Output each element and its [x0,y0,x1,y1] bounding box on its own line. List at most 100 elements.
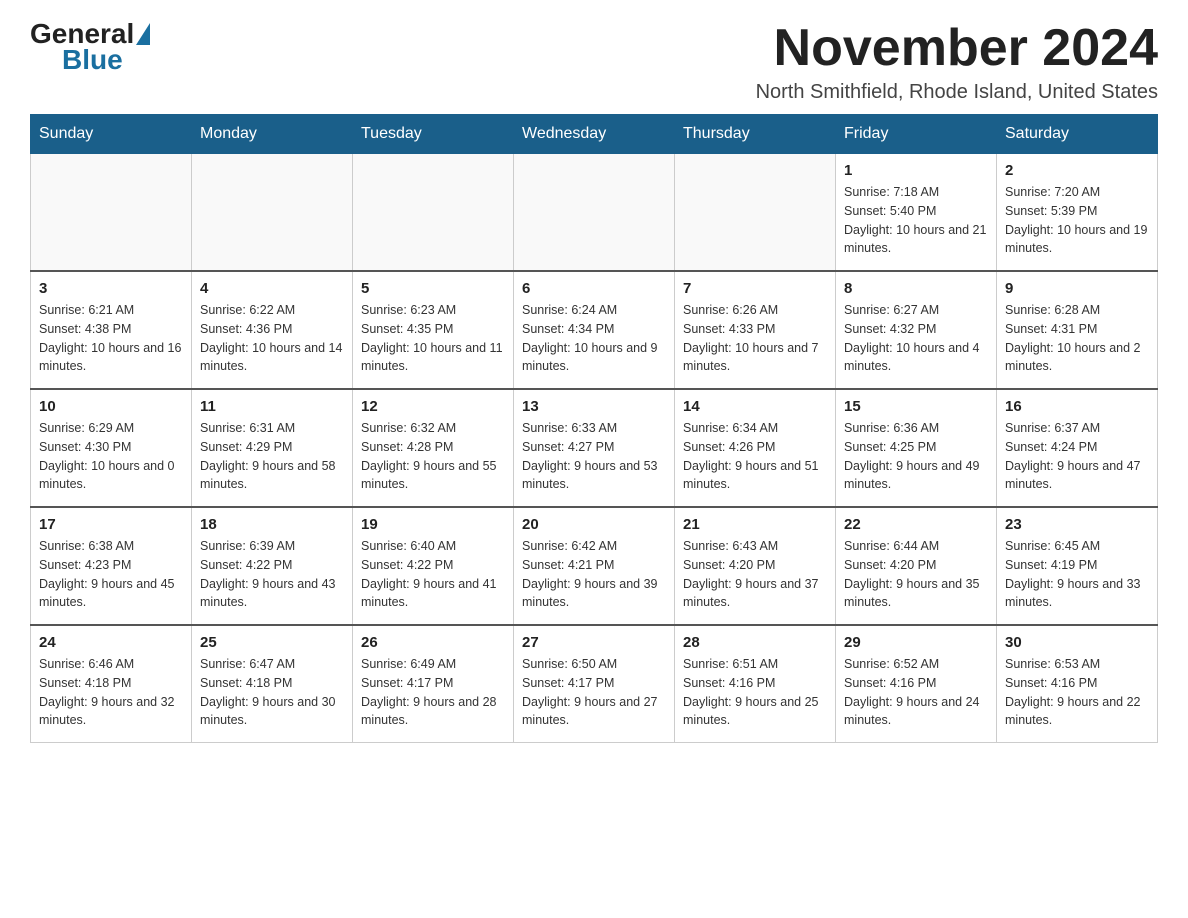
calendar-cell: 20Sunrise: 6:42 AMSunset: 4:21 PMDayligh… [514,507,675,625]
calendar-cell: 27 Sunrise: 6:50 AMSunset: 4:17 PMDayligh… [514,625,675,743]
day-number: 19 [361,516,505,533]
header-thursday: Thursday [675,115,836,154]
calendar-cell: 26Sunrise: 6:49 AMSunset: 4:17 PMDayligh… [353,625,514,743]
calendar-cell: 8 Sunrise: 6:27 AMSunset: 4:32 PMDaylight… [836,271,997,389]
logo-blue-text: Blue [62,44,123,76]
day-info: Sunrise: 6:50 AMSunset: 4:17 PMDaylight:… [522,655,666,730]
logo-triangle-icon [136,23,150,45]
day-info: Sunrise: 6:52 AMSunset: 4:16 PMDaylight:… [844,655,988,730]
day-number: 3 [39,280,183,297]
calendar-cell: 10 Sunrise: 6:29 AMSunset: 4:30 PMDayligh… [31,389,192,507]
day-number: 27 [522,634,666,651]
day-number: 30 [1005,634,1149,651]
day-number: 18 [200,516,344,533]
day-info: Sunrise: 6:47 AMSunset: 4:18 PMDaylight:… [200,655,344,730]
day-number: 4 [200,280,344,297]
calendar-week-2: 3 Sunrise: 6:21 AMSunset: 4:38 PMDaylight… [31,271,1158,389]
calendar-cell: 15 Sunrise: 6:36 AMSunset: 4:25 PMDayligh… [836,389,997,507]
calendar-cell: 22 Sunrise: 6:44 AMSunset: 4:20 PMDayligh… [836,507,997,625]
day-info: Sunrise: 6:36 AMSunset: 4:25 PMDaylight:… [844,419,988,494]
day-number: 8 [844,280,988,297]
day-info: Sunrise: 6:24 AMSunset: 4:34 PMDaylight:… [522,301,666,376]
day-info: Sunrise: 6:26 AMSunset: 4:33 PMDaylight:… [683,301,827,376]
day-number: 17 [39,516,183,533]
day-number: 13 [522,398,666,415]
day-info: Sunrise: 6:42 AMSunset: 4:21 PMDaylight:… [522,537,666,612]
calendar-cell [514,154,675,272]
header-row: SundayMondayTuesdayWednesdayThursdayFrid… [31,115,1158,154]
day-number: 22 [844,516,988,533]
day-number: 28 [683,634,827,651]
calendar-cell: 7 Sunrise: 6:26 AMSunset: 4:33 PMDaylight… [675,271,836,389]
calendar-cell: 21Sunrise: 6:43 AMSunset: 4:20 PMDayligh… [675,507,836,625]
day-number: 7 [683,280,827,297]
day-number: 9 [1005,280,1149,297]
calendar-week-3: 10 Sunrise: 6:29 AMSunset: 4:30 PMDayligh… [31,389,1158,507]
day-number: 24 [39,634,183,651]
header-saturday: Saturday [997,115,1158,154]
calendar-week-5: 24 Sunrise: 6:46 AMSunset: 4:18 PMDayligh… [31,625,1158,743]
day-info: Sunrise: 6:28 AMSunset: 4:31 PMDaylight:… [1005,301,1149,376]
day-info: Sunrise: 6:46 AMSunset: 4:18 PMDaylight:… [39,655,183,730]
calendar-table: SundayMondayTuesdayWednesdayThursdayFrid… [30,114,1158,743]
day-info: Sunrise: 6:44 AMSunset: 4:20 PMDaylight:… [844,537,988,612]
calendar-cell [353,154,514,272]
calendar-cell: 9 Sunrise: 6:28 AMSunset: 4:31 PMDaylight… [997,271,1158,389]
day-number: 11 [200,398,344,415]
day-info: Sunrise: 6:31 AMSunset: 4:29 PMDaylight:… [200,419,344,494]
calendar-cell: 28 Sunrise: 6:51 AMSunset: 4:16 PMDayligh… [675,625,836,743]
day-number: 2 [1005,162,1149,179]
calendar-header: SundayMondayTuesdayWednesdayThursdayFrid… [31,115,1158,154]
calendar-week-4: 17 Sunrise: 6:38 AMSunset: 4:23 PMDayligh… [31,507,1158,625]
day-info: Sunrise: 6:37 AMSunset: 4:24 PMDaylight:… [1005,419,1149,494]
day-number: 26 [361,634,505,651]
calendar-cell: 23 Sunrise: 6:45 AMSunset: 4:19 PMDayligh… [997,507,1158,625]
header-wednesday: Wednesday [514,115,675,154]
header-tuesday: Tuesday [353,115,514,154]
logo-area: General Blue [30,20,152,76]
month-title: November 2024 [756,20,1158,77]
calendar-cell: 5Sunrise: 6:23 AMSunset: 4:35 PMDaylight… [353,271,514,389]
day-info: Sunrise: 6:39 AMSunset: 4:22 PMDaylight:… [200,537,344,612]
day-info: Sunrise: 6:21 AMSunset: 4:38 PMDaylight:… [39,301,183,376]
location-subtitle: North Smithfield, Rhode Island, United S… [756,81,1158,104]
day-info: Sunrise: 7:20 AMSunset: 5:39 PMDaylight:… [1005,183,1149,258]
page-header: General Blue November 2024 North Smithfi… [30,20,1158,104]
calendar-body: 1 Sunrise: 7:18 AMSunset: 5:40 PMDaylight… [31,154,1158,743]
day-info: Sunrise: 6:34 AMSunset: 4:26 PMDaylight:… [683,419,827,494]
calendar-cell: 18 Sunrise: 6:39 AMSunset: 4:22 PMDayligh… [192,507,353,625]
day-info: Sunrise: 6:38 AMSunset: 4:23 PMDaylight:… [39,537,183,612]
day-info: Sunrise: 6:53 AMSunset: 4:16 PMDaylight:… [1005,655,1149,730]
header-sunday: Sunday [31,115,192,154]
header-monday: Monday [192,115,353,154]
day-number: 1 [844,162,988,179]
calendar-cell: 30 Sunrise: 6:53 AMSunset: 4:16 PMDayligh… [997,625,1158,743]
calendar-cell: 3 Sunrise: 6:21 AMSunset: 4:38 PMDaylight… [31,271,192,389]
header-friday: Friday [836,115,997,154]
day-info: Sunrise: 6:32 AMSunset: 4:28 PMDaylight:… [361,419,505,494]
day-number: 16 [1005,398,1149,415]
day-info: Sunrise: 6:22 AMSunset: 4:36 PMDaylight:… [200,301,344,376]
day-info: Sunrise: 6:29 AMSunset: 4:30 PMDaylight:… [39,419,183,494]
calendar-cell: 6Sunrise: 6:24 AMSunset: 4:34 PMDaylight… [514,271,675,389]
calendar-cell: 12 Sunrise: 6:32 AMSunset: 4:28 PMDayligh… [353,389,514,507]
title-area: November 2024 North Smithfield, Rhode Is… [756,20,1158,104]
calendar-cell: 24 Sunrise: 6:46 AMSunset: 4:18 PMDayligh… [31,625,192,743]
day-number: 12 [361,398,505,415]
calendar-cell [31,154,192,272]
day-number: 25 [200,634,344,651]
day-info: Sunrise: 6:27 AMSunset: 4:32 PMDaylight:… [844,301,988,376]
day-info: Sunrise: 7:18 AMSunset: 5:40 PMDaylight:… [844,183,988,258]
day-info: Sunrise: 6:51 AMSunset: 4:16 PMDaylight:… [683,655,827,730]
day-number: 23 [1005,516,1149,533]
calendar-cell: 14Sunrise: 6:34 AMSunset: 4:26 PMDayligh… [675,389,836,507]
day-number: 15 [844,398,988,415]
day-info: Sunrise: 6:40 AMSunset: 4:22 PMDaylight:… [361,537,505,612]
day-number: 10 [39,398,183,415]
day-info: Sunrise: 6:45 AMSunset: 4:19 PMDaylight:… [1005,537,1149,612]
day-number: 21 [683,516,827,533]
day-info: Sunrise: 6:23 AMSunset: 4:35 PMDaylight:… [361,301,505,376]
calendar-cell: 13Sunrise: 6:33 AMSunset: 4:27 PMDayligh… [514,389,675,507]
calendar-cell: 1 Sunrise: 7:18 AMSunset: 5:40 PMDaylight… [836,154,997,272]
calendar-cell [192,154,353,272]
